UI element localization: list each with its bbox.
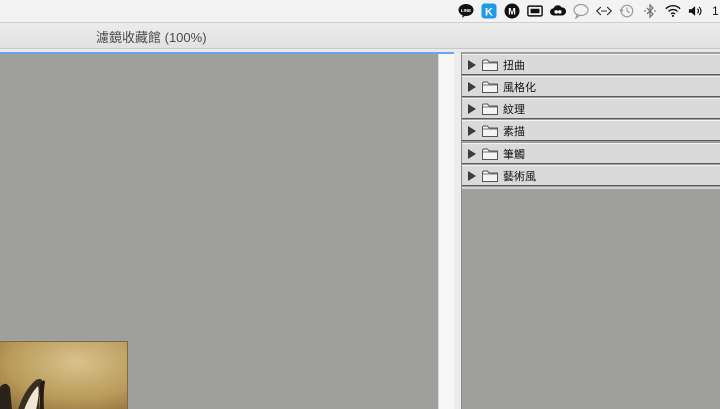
folder-label: 藝術風: [503, 170, 536, 183]
folder-icon: [482, 81, 498, 93]
folder-label: 風格化: [503, 81, 536, 94]
folder-icon: [482, 59, 498, 71]
creative-cloud-icon[interactable]: [550, 3, 566, 19]
line-icon[interactable]: LINE: [458, 3, 474, 19]
svg-text:LINE: LINE: [461, 8, 471, 13]
window-titlebar: 濾鏡收藏館 (100%): [0, 23, 720, 49]
svg-text:K: K: [485, 7, 493, 19]
disclosure-arrow-icon[interactable]: [468, 170, 476, 181]
folder-list-divider: [462, 187, 720, 189]
screen-icon[interactable]: [527, 3, 543, 19]
menu-bar: LINE K M 1: [0, 0, 720, 23]
folder-label: 扭曲: [503, 59, 525, 72]
filter-folder-distort[interactable]: 扭曲: [462, 54, 720, 75]
volume-icon[interactable]: [688, 3, 704, 19]
filter-folder-brush-strokes[interactable]: 筆觸: [462, 143, 720, 164]
filter-folder-artistic[interactable]: 藝術風: [462, 165, 720, 186]
chat-bubble-icon[interactable]: [573, 3, 589, 19]
disclosure-arrow-icon[interactable]: [468, 81, 476, 92]
folder-label: 筆觸: [503, 148, 525, 161]
bluetooth-icon[interactable]: [642, 3, 658, 19]
folder-icon: [482, 170, 498, 182]
filter-folder-sketch[interactable]: 素描: [462, 120, 720, 141]
code-arrows-icon[interactable]: [596, 3, 612, 19]
filter-folder-stylize[interactable]: 風格化: [462, 76, 720, 97]
folder-icon: [482, 125, 498, 137]
disclosure-arrow-icon[interactable]: [468, 59, 476, 70]
folder-icon: [482, 103, 498, 115]
m-icon[interactable]: M: [504, 3, 520, 19]
folder-icon: [482, 148, 498, 160]
disclosure-arrow-icon[interactable]: [468, 125, 476, 136]
svg-text:M: M: [508, 7, 516, 17]
window-title: 濾鏡收藏館 (100%): [96, 30, 207, 45]
preview-scrollbar[interactable]: [438, 54, 454, 409]
kk-icon[interactable]: K: [481, 3, 497, 19]
disclosure-arrow-icon[interactable]: [468, 148, 476, 159]
disclosure-arrow-icon[interactable]: [468, 103, 476, 114]
folder-label: 紋理: [503, 103, 525, 116]
status-tray: LINE K M 1: [451, 0, 720, 22]
preview-image-deer: [0, 341, 128, 409]
folder-label: 素描: [503, 125, 525, 138]
time-machine-icon[interactable]: [619, 3, 635, 19]
filter-folder-texture[interactable]: 紋理: [462, 98, 720, 119]
menu-clock[interactable]: 1: [712, 4, 720, 18]
wifi-icon[interactable]: [665, 3, 681, 19]
